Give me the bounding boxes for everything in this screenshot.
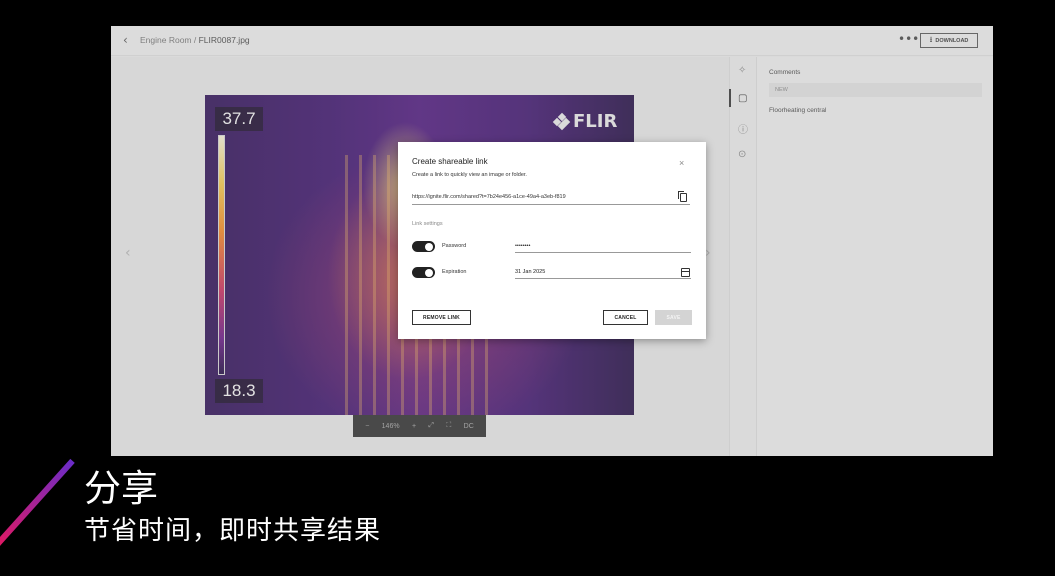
- share-link-dialog: Create shareable link × Create a link to…: [398, 142, 706, 339]
- expiration-date-field[interactable]: 31 Jan 2025: [515, 266, 691, 279]
- password-toggle[interactable]: [412, 241, 435, 252]
- accent-stripe: [0, 458, 75, 553]
- calendar-icon[interactable]: [681, 268, 690, 277]
- link-settings-label: Link settings: [412, 221, 443, 227]
- close-icon[interactable]: ×: [679, 158, 684, 168]
- expiration-label: Expiration: [442, 269, 467, 275]
- expiration-toggle[interactable]: [412, 267, 435, 278]
- password-label: Password: [442, 243, 467, 249]
- copy-icon[interactable]: [678, 191, 687, 202]
- dialog-title: Create shareable link: [412, 157, 488, 166]
- password-field[interactable]: ••••••••: [515, 240, 691, 253]
- save-button[interactable]: SAVE: [655, 310, 692, 325]
- dialog-description: Create a link to quickly view an image o…: [412, 172, 527, 178]
- caption-title: 分享: [84, 467, 158, 510]
- remove-link-button[interactable]: REMOVE LINK: [412, 310, 471, 325]
- caption-subtitle: 节省时间，即时共享结果: [84, 516, 382, 546]
- share-link-field[interactable]: https://ignite.flir.com/shared?t=7b24e45…: [412, 190, 690, 205]
- cancel-button[interactable]: CANCEL: [603, 310, 648, 325]
